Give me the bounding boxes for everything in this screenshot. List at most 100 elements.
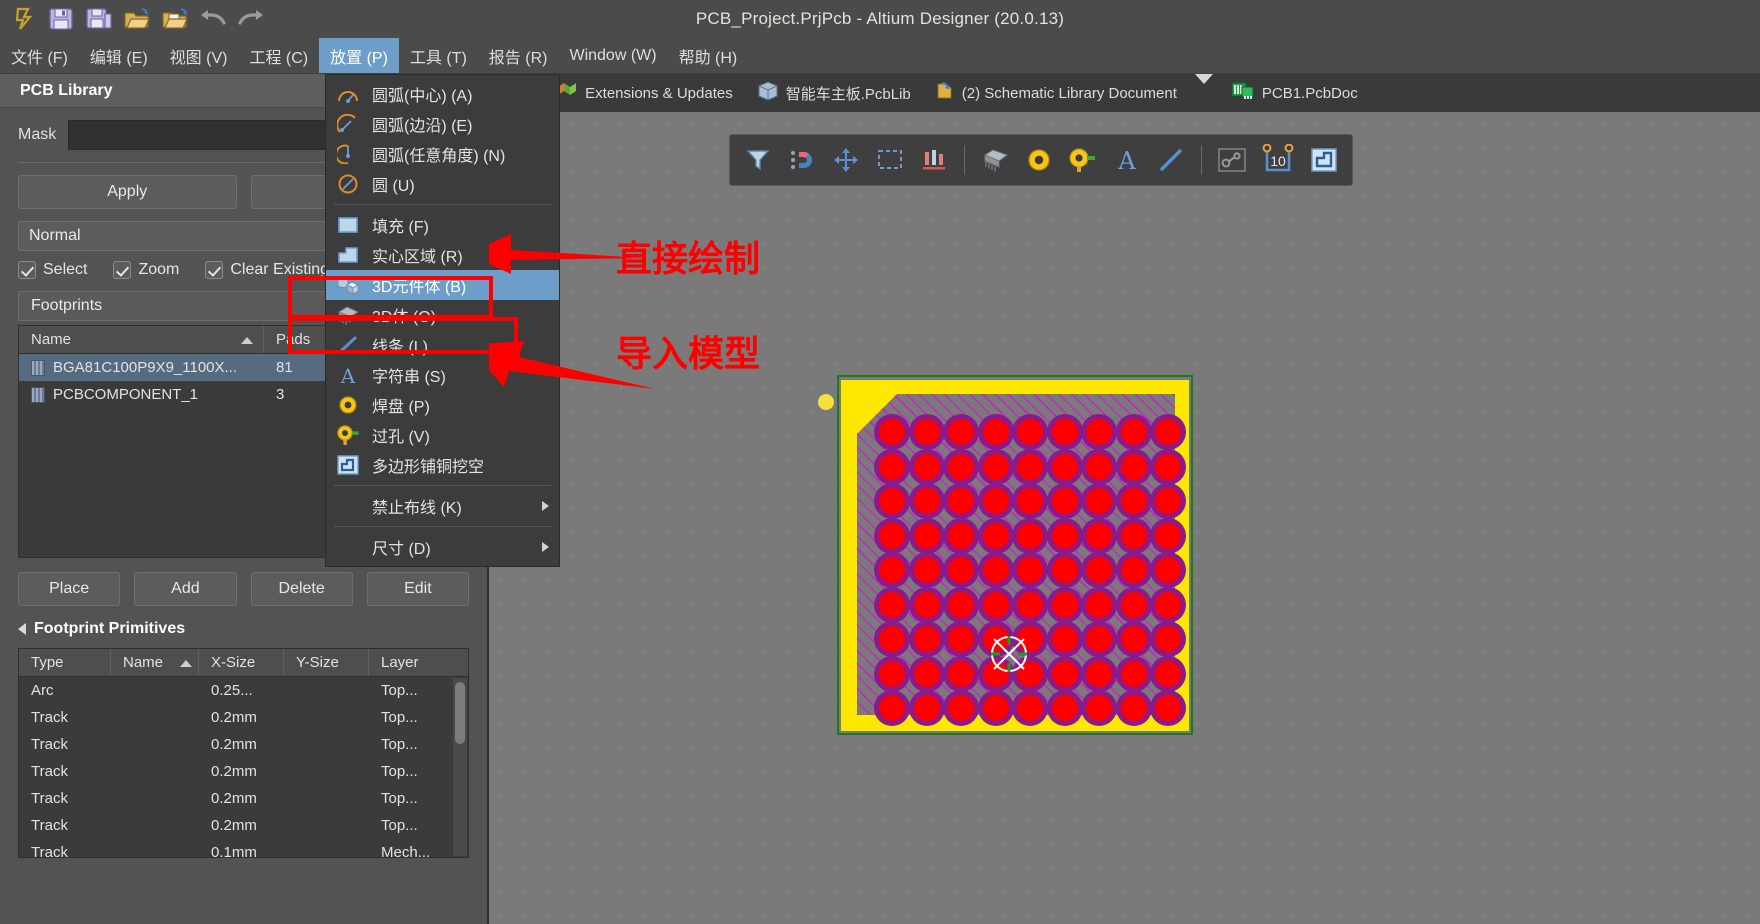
menu-item-polygon-cutout[interactable]: 多边形铺铜挖空 xyxy=(326,450,559,480)
column-header-ysize[interactable]: Y-Size xyxy=(284,649,369,676)
bga-pad[interactable] xyxy=(879,660,905,687)
bga-pad[interactable] xyxy=(1155,419,1181,445)
polygon-cutout-icon[interactable] xyxy=(1304,139,1344,181)
menu-item-keepout[interactable]: 禁止布线 (K) xyxy=(326,491,559,521)
bga-pad[interactable] xyxy=(879,591,905,618)
magnet-snap-icon[interactable] xyxy=(782,139,822,181)
edit-button[interactable]: Edit xyxy=(366,572,469,606)
bga-pad[interactable] xyxy=(1155,626,1181,652)
bga-pad[interactable] xyxy=(948,453,974,480)
bga-pad[interactable] xyxy=(1155,488,1181,514)
tab-extensions-updates[interactable]: Extensions & Updates xyxy=(544,74,745,112)
checkbox-select[interactable]: Select xyxy=(18,261,87,279)
filter-icon[interactable] xyxy=(738,139,778,181)
altium-logo-icon[interactable] xyxy=(6,3,40,35)
bga-pad[interactable] xyxy=(1086,488,1112,514)
bga-pad[interactable] xyxy=(913,660,940,687)
bga-pad[interactable] xyxy=(913,695,940,721)
menu-item-dimension[interactable]: 尺寸 (D) xyxy=(326,532,559,562)
save-icon[interactable] xyxy=(44,3,78,35)
menu-item-3d-component-body[interactable]: 3D元件体 (B) xyxy=(326,270,559,300)
move-icon[interactable] xyxy=(826,139,866,181)
bga-pad[interactable] xyxy=(1051,488,1078,514)
menu-window[interactable]: Window (W) xyxy=(558,38,667,73)
menu-item-arc-any-angle[interactable]: 圆弧(任意角度) (N) xyxy=(326,139,559,169)
save-all-icon[interactable] xyxy=(82,3,116,35)
bga-pad[interactable] xyxy=(1086,453,1112,480)
bga-pad[interactable] xyxy=(1120,695,1147,721)
tab-pcb1-pcbdoc[interactable]: PCB1.PcbDoc xyxy=(1219,74,1370,112)
pad-icon[interactable] xyxy=(1019,139,1059,181)
bga-pad[interactable] xyxy=(1086,626,1112,652)
menu-item-arc-center[interactable]: 圆弧(中心) (A) xyxy=(326,79,559,109)
table-row[interactable]: Track 0.2mm Top... xyxy=(19,704,468,731)
bga-pad[interactable] xyxy=(982,660,1009,687)
menu-item-arc-edge[interactable]: 圆弧(边沿) (E) xyxy=(326,109,559,139)
bga-pad[interactable] xyxy=(1017,626,1043,652)
menu-help[interactable]: 帮助 (H) xyxy=(668,38,749,73)
menu-tools[interactable]: 工具 (T) xyxy=(399,38,478,73)
primitives-scrollbar[interactable] xyxy=(453,678,467,856)
bga-pad[interactable] xyxy=(1155,660,1181,687)
menu-place[interactable]: 放置 (P) xyxy=(319,38,399,73)
pcb-editor-canvas[interactable]: A 10 直接绘制 导入模型 xyxy=(489,112,1760,924)
open-icon[interactable] xyxy=(120,3,154,35)
undo-icon[interactable] xyxy=(196,3,230,35)
bga-pad[interactable] xyxy=(1155,591,1181,618)
menu-item-string[interactable]: A 字符串 (S) xyxy=(326,360,559,390)
bga-pad[interactable] xyxy=(948,488,974,514)
menu-item-3d-body[interactable]: 3D体 (O) xyxy=(326,300,559,330)
menu-item-solid-region[interactable]: 实心区域 (R) xyxy=(326,240,559,270)
bga-pad[interactable] xyxy=(879,626,905,652)
bga-pad[interactable] xyxy=(1120,557,1147,583)
menu-project[interactable]: 工程 (C) xyxy=(238,38,319,73)
bga-pad[interactable] xyxy=(1051,626,1078,652)
scrollbar-thumb[interactable] xyxy=(455,682,465,744)
bga-pad[interactable] xyxy=(982,419,1009,445)
bga-pad[interactable] xyxy=(1120,453,1147,480)
bga-pad[interactable] xyxy=(879,453,905,480)
table-row[interactable]: Track 0.1mm Mech... xyxy=(19,839,468,866)
bga-pad[interactable] xyxy=(1017,522,1043,549)
bga-pad[interactable] xyxy=(948,695,974,721)
bga-pad[interactable] xyxy=(1086,557,1112,583)
bga-pad[interactable] xyxy=(948,660,974,687)
bga-pad[interactable] xyxy=(1120,419,1147,445)
menu-item-via[interactable]: 过孔 (V) xyxy=(326,420,559,450)
menu-file[interactable]: 文件 (F) xyxy=(0,38,79,73)
footprint-primitives-section[interactable]: Footprint Primitives xyxy=(0,606,487,638)
menu-item-circle[interactable]: 圆 (U) xyxy=(326,169,559,199)
column-header-name[interactable]: Name xyxy=(19,326,264,353)
bga-pad[interactable] xyxy=(913,626,940,652)
bga-pad[interactable] xyxy=(1120,488,1147,514)
bga-pad[interactable] xyxy=(1155,522,1181,549)
bga-pad[interactable] xyxy=(982,522,1009,549)
place-button[interactable]: Place xyxy=(18,572,121,606)
open-document-icon[interactable] xyxy=(158,3,192,35)
bga-pad[interactable] xyxy=(879,557,905,583)
menu-item-fill[interactable]: 填充 (F) xyxy=(326,210,559,240)
bga-pad[interactable] xyxy=(1017,453,1043,480)
menu-item-pad[interactable]: 焊盘 (P) xyxy=(326,390,559,420)
menu-item-line[interactable]: 线条 (L) xyxy=(326,330,559,360)
align-icon[interactable] xyxy=(914,139,954,181)
bga-pad[interactable] xyxy=(948,626,974,652)
bga-pad[interactable] xyxy=(879,522,905,549)
bga-pad[interactable] xyxy=(1017,695,1043,721)
bga-pad[interactable] xyxy=(1086,522,1112,549)
bga-pad[interactable] xyxy=(1051,591,1078,618)
dimension-icon[interactable] xyxy=(1212,139,1252,181)
bga-pad[interactable] xyxy=(1086,695,1112,721)
bga-pad[interactable] xyxy=(1051,660,1078,687)
bga-pad[interactable] xyxy=(948,419,974,445)
line-icon[interactable] xyxy=(1151,139,1191,181)
bga-pad[interactable] xyxy=(1051,695,1078,721)
bga-pad[interactable] xyxy=(1120,660,1147,687)
menu-edit[interactable]: 编辑 (E) xyxy=(79,38,159,73)
bga-pad[interactable] xyxy=(1120,522,1147,549)
table-row[interactable]: Track 0.2mm Top... xyxy=(19,731,468,758)
column-header-type[interactable]: Type xyxy=(19,649,111,676)
bga-pad[interactable] xyxy=(1051,557,1078,583)
menu-view[interactable]: 视图 (V) xyxy=(159,38,239,73)
bga-pad[interactable] xyxy=(948,557,974,583)
